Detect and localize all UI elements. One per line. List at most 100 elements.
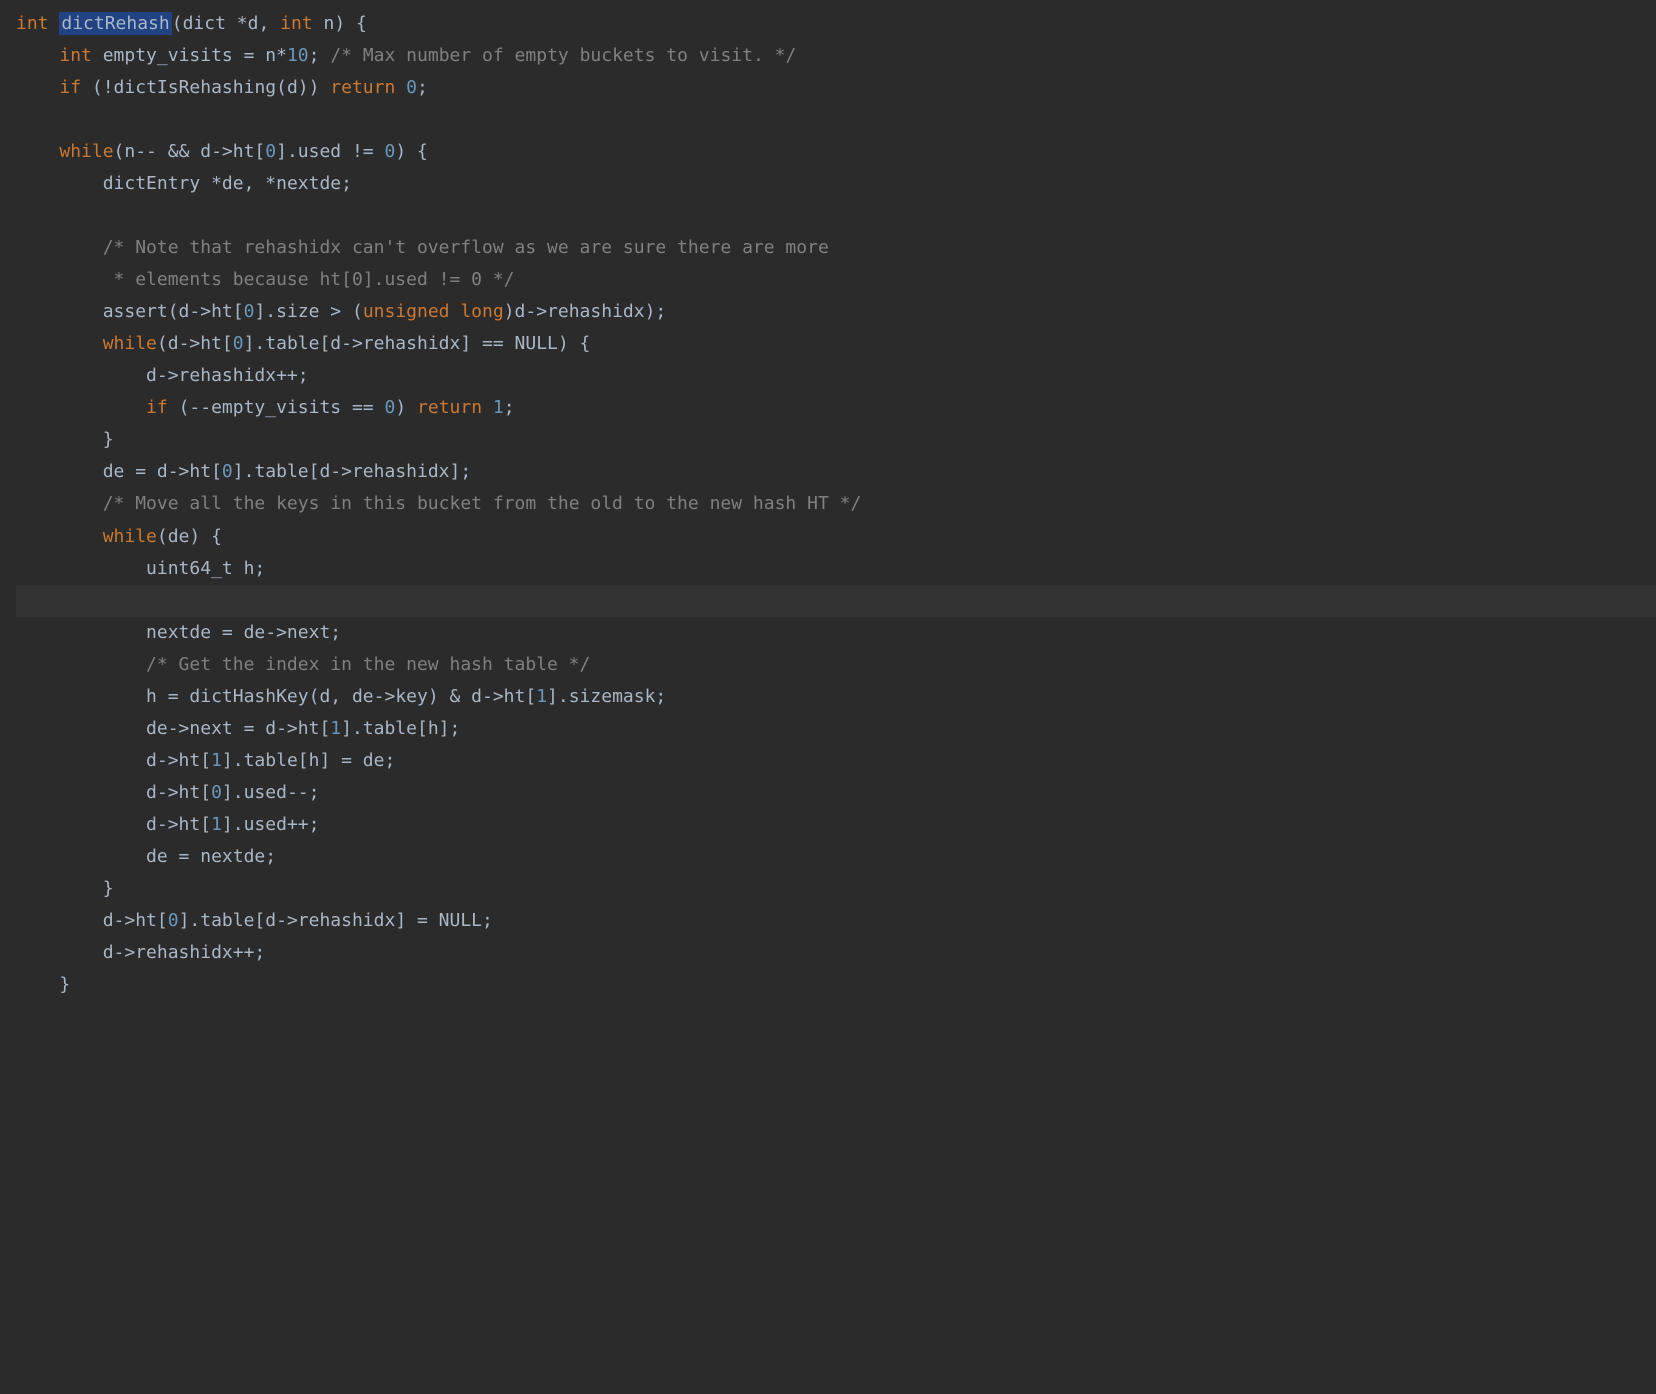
code-token: 1 bbox=[330, 718, 341, 739]
code-line[interactable]: nextde = de->next; bbox=[16, 617, 1656, 649]
code-token: ].used++; bbox=[222, 814, 320, 835]
code-line[interactable]: de->next = d->ht[1].table[h]; bbox=[16, 713, 1656, 745]
code-token: /* Note that rehashidx can't overflow as… bbox=[103, 237, 829, 258]
code-line[interactable]: while(d->ht[0].table[d->rehashidx] == NU… bbox=[16, 328, 1656, 360]
code-line[interactable]: } bbox=[16, 873, 1656, 905]
code-token: , bbox=[244, 173, 266, 194]
code-line[interactable]: d->ht[1].used++; bbox=[16, 809, 1656, 841]
code-token: (--empty_visits == bbox=[168, 397, 385, 418]
code-token: h = dictHashKey(d bbox=[146, 686, 330, 707]
code-line[interactable] bbox=[16, 104, 1656, 136]
code-token: dictRehash bbox=[59, 12, 171, 35]
code-token: d->rehashidx++; bbox=[146, 365, 309, 386]
code-line[interactable]: d->ht[1].table[h] = de; bbox=[16, 745, 1656, 777]
code-token: 0 bbox=[384, 397, 395, 418]
code-line[interactable]: } bbox=[16, 969, 1656, 1001]
code-token: de = nextde; bbox=[146, 846, 276, 867]
code-line[interactable]: } bbox=[16, 424, 1656, 456]
code-token: d->rehashidx++; bbox=[103, 942, 266, 963]
code-line[interactable]: while(n-- && d->ht[0].used != 0) { bbox=[16, 136, 1656, 168]
code-line[interactable]: /* Note that rehashidx can't overflow as… bbox=[16, 232, 1656, 264]
code-token: empty_visits = n* bbox=[92, 45, 287, 66]
code-token: 1 bbox=[493, 397, 504, 418]
code-token: unsigned long bbox=[363, 301, 504, 322]
code-token: nextde = de->next; bbox=[146, 622, 341, 643]
code-token: ) bbox=[395, 397, 417, 418]
code-token: ; bbox=[504, 397, 515, 418]
code-token: 0 bbox=[222, 461, 233, 482]
code-token: * elements because ht[0].used != 0 */ bbox=[103, 269, 515, 290]
code-token: 0 bbox=[233, 333, 244, 354]
code-token: int bbox=[16, 13, 49, 34]
code-token: 1 bbox=[536, 686, 547, 707]
code-line[interactable] bbox=[16, 585, 1656, 617]
code-token bbox=[49, 13, 60, 34]
code-token: d->ht[ bbox=[146, 750, 211, 771]
code-token: (de) { bbox=[157, 526, 222, 547]
code-token: ; bbox=[417, 77, 428, 98]
code-token: 0 bbox=[406, 77, 417, 98]
code-line[interactable] bbox=[16, 200, 1656, 232]
code-line[interactable]: h = dictHashKey(d, de->key) & d->ht[1].s… bbox=[16, 681, 1656, 713]
code-token: (n-- && d->ht[ bbox=[114, 141, 266, 162]
code-line[interactable]: assert(d->ht[0].size > (unsigned long)d-… bbox=[16, 296, 1656, 328]
code-line[interactable]: /* Move all the keys in this bucket from… bbox=[16, 488, 1656, 520]
code-token: uint64_t h; bbox=[146, 558, 265, 579]
code-line[interactable]: while(de) { bbox=[16, 521, 1656, 553]
code-token: de->key) & d->ht[ bbox=[352, 686, 536, 707]
code-token: ].used != bbox=[276, 141, 384, 162]
code-token: 0 bbox=[384, 141, 395, 162]
code-line[interactable]: int dictRehash(dict *d, int n) { bbox=[16, 8, 1656, 40]
code-line[interactable]: int empty_visits = n*10; /* Max number o… bbox=[16, 40, 1656, 72]
code-line[interactable]: if (!dictIsRehashing(d)) return 0; bbox=[16, 72, 1656, 104]
code-line[interactable]: * elements because ht[0].used != 0 */ bbox=[16, 264, 1656, 296]
code-token: dictEntry *de bbox=[103, 173, 244, 194]
code-token: 1 bbox=[211, 814, 222, 835]
code-token: int bbox=[59, 45, 92, 66]
code-line[interactable]: d->ht[0].table[d->rehashidx] = NULL; bbox=[16, 905, 1656, 937]
code-token: return bbox=[417, 397, 482, 418]
code-token: )d->rehashidx); bbox=[504, 301, 667, 322]
code-token: ].table[d->rehashidx] == NULL) { bbox=[244, 333, 591, 354]
code-token: (dict *d bbox=[172, 13, 259, 34]
code-token: /* Get the index in the new hash table *… bbox=[146, 654, 590, 675]
code-token: d->ht[ bbox=[103, 910, 168, 931]
code-token: , bbox=[330, 686, 352, 707]
code-line[interactable]: uint64_t h; bbox=[16, 553, 1656, 585]
code-token: } bbox=[103, 429, 114, 450]
code-token: 0 bbox=[211, 782, 222, 803]
code-token: 0 bbox=[168, 910, 179, 931]
code-token: ].table[d->rehashidx]; bbox=[233, 461, 471, 482]
code-line[interactable]: de = nextde; bbox=[16, 841, 1656, 873]
code-token: 1 bbox=[211, 750, 222, 771]
code-token: ].size > ( bbox=[254, 301, 362, 322]
code-token: while bbox=[59, 141, 113, 162]
code-editor[interactable]: int dictRehash(dict *d, int n) { int emp… bbox=[16, 8, 1656, 1001]
code-line[interactable]: dictEntry *de, *nextde; bbox=[16, 168, 1656, 200]
code-token: int bbox=[280, 13, 313, 34]
code-token: } bbox=[103, 878, 114, 899]
code-token: ].table[h] = de; bbox=[222, 750, 395, 771]
code-line[interactable]: d->ht[0].used--; bbox=[16, 777, 1656, 809]
code-token: if bbox=[146, 397, 168, 418]
code-token: n) { bbox=[313, 13, 367, 34]
code-token: d->ht[ bbox=[146, 782, 211, 803]
code-line[interactable]: de = d->ht[0].table[d->rehashidx]; bbox=[16, 456, 1656, 488]
code-token: de = d->ht[ bbox=[103, 461, 222, 482]
code-line[interactable]: d->rehashidx++; bbox=[16, 937, 1656, 969]
code-token: /* Max number of empty buckets to visit.… bbox=[330, 45, 796, 66]
code-token: /* Move all the keys in this bucket from… bbox=[103, 493, 862, 514]
code-line[interactable]: /* Get the index in the new hash table *… bbox=[16, 649, 1656, 681]
code-token: ].table[d->rehashidx] = NULL; bbox=[179, 910, 493, 931]
code-line[interactable]: d->rehashidx++; bbox=[16, 360, 1656, 392]
code-token: 0 bbox=[265, 141, 276, 162]
code-token: de->next = d->ht[ bbox=[146, 718, 330, 739]
code-token: assert(d->ht[ bbox=[103, 301, 244, 322]
code-token bbox=[482, 397, 493, 418]
code-token: ) { bbox=[395, 141, 428, 162]
code-token: while bbox=[103, 333, 157, 354]
code-token: d->ht[ bbox=[146, 814, 211, 835]
code-token: ].table[h]; bbox=[341, 718, 460, 739]
code-line[interactable]: if (--empty_visits == 0) return 1; bbox=[16, 392, 1656, 424]
code-token: ; bbox=[309, 45, 331, 66]
